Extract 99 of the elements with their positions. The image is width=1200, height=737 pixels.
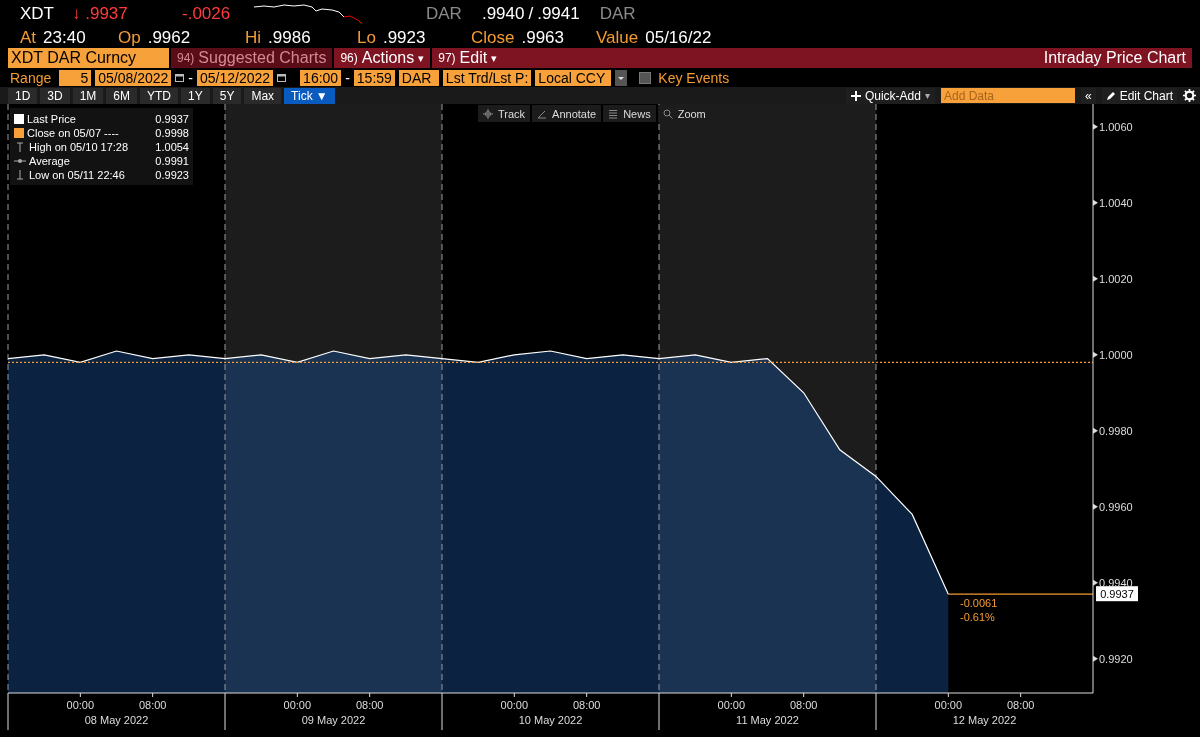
ask-price: .9941 bbox=[537, 4, 580, 24]
x-axis-label: 00:00 bbox=[283, 699, 312, 711]
stat-value: .9923 bbox=[382, 27, 426, 48]
plus-icon bbox=[850, 90, 861, 101]
field-selector[interactable]: Lst Trd/Lst P: bbox=[442, 69, 532, 86]
y-axis-label: 1.0020 bbox=[1099, 272, 1133, 285]
source-label: DAR bbox=[426, 4, 462, 24]
end-time-field[interactable]: 15:59 bbox=[353, 69, 395, 86]
x-axis-label: 08:00 bbox=[355, 699, 384, 711]
search-icon bbox=[662, 108, 673, 119]
period-tab[interactable]: 1D bbox=[8, 87, 38, 104]
chart-tool-button[interactable]: Track bbox=[478, 105, 531, 122]
pencil-icon bbox=[537, 108, 548, 119]
y-axis-label: 0.9940 bbox=[1099, 576, 1133, 589]
start-date-field[interactable]: 05/08/2022 bbox=[95, 69, 172, 86]
legend-value: 0.9923 bbox=[155, 169, 189, 181]
period-tab[interactable]: 3D bbox=[40, 87, 70, 104]
date-separator: - bbox=[188, 69, 193, 86]
chart-title: Intraday Price Chart bbox=[1043, 48, 1187, 68]
end-date-field[interactable]: 05/12/2022 bbox=[197, 69, 274, 86]
net-change: -.0026 bbox=[182, 4, 232, 24]
stat-value: .9963 bbox=[521, 27, 564, 48]
legend-value: 0.9991 bbox=[155, 155, 189, 167]
range-count-field[interactable]: 5 bbox=[59, 69, 92, 86]
legend-label: Close on 05/07 ---- bbox=[27, 127, 119, 139]
stat-label: Lo bbox=[357, 27, 376, 48]
y-axis-label: 0.9960 bbox=[1099, 500, 1133, 513]
x-axis-label: 08:00 bbox=[789, 699, 818, 711]
period-tab[interactable]: 5Y bbox=[212, 87, 242, 104]
edit-chart-button[interactable]: Edit Chart bbox=[1101, 87, 1177, 104]
stat-value: 05/16/22 bbox=[645, 27, 712, 48]
quick-add-button[interactable]: Quick-Add ▾ bbox=[845, 87, 935, 104]
low-marker-icon bbox=[14, 169, 26, 181]
legend-value: 0.9937 bbox=[155, 113, 189, 125]
stat-value: .9962 bbox=[147, 27, 191, 48]
calendar-icon[interactable] bbox=[175, 73, 185, 82]
time-separator: - bbox=[345, 69, 350, 86]
bid-ask-separator: / bbox=[528, 4, 534, 24]
legend-label: Last Price bbox=[27, 113, 76, 125]
calendar-icon[interactable] bbox=[277, 73, 287, 82]
stat-value: .9986 bbox=[268, 27, 311, 48]
checkbox[interactable] bbox=[639, 71, 652, 84]
x-axis-label: 00:00 bbox=[717, 699, 746, 711]
chart-tool-button[interactable]: Annotate bbox=[532, 105, 602, 122]
collapse-button[interactable]: « bbox=[1080, 87, 1096, 104]
stat-label: Value bbox=[596, 27, 639, 48]
settings-icon[interactable] bbox=[1183, 89, 1196, 102]
y-axis-label: 1.0040 bbox=[1099, 196, 1133, 209]
y-axis-label: 1.0000 bbox=[1099, 348, 1133, 361]
legend-label: Low on 05/11 22:46 bbox=[29, 169, 125, 181]
stat-label: Close bbox=[471, 27, 515, 48]
legend-label: Average bbox=[29, 155, 70, 167]
last-price: ↓ .9937 bbox=[72, 4, 129, 24]
x-axis-label: 00:00 bbox=[66, 699, 95, 711]
add-data-field[interactable]: Add Data bbox=[940, 88, 1075, 103]
period-tab[interactable]: YTD bbox=[140, 87, 179, 104]
legend-value: 0.9998 bbox=[155, 127, 189, 139]
change-value: -0.0061 bbox=[960, 597, 998, 610]
price-tag: 0.9937 bbox=[1096, 586, 1138, 602]
period-tab[interactable]: Tick ▼ bbox=[284, 87, 335, 104]
change-percent: -0.61% bbox=[960, 611, 995, 624]
currency-dropdown[interactable]: Local CCY bbox=[535, 69, 612, 86]
ref-line-label: 0.9937 bbox=[1100, 588, 1134, 601]
x-axis-label: 08:00 bbox=[1006, 699, 1035, 711]
source-label: DAR bbox=[599, 4, 636, 24]
news-icon bbox=[608, 108, 619, 119]
ticker: XDT bbox=[20, 4, 55, 24]
period-tab[interactable]: 6M bbox=[106, 87, 138, 104]
stat-label: Hi bbox=[245, 27, 262, 48]
date-label: 12 May 2022 bbox=[952, 714, 1017, 726]
y-axis-label: 0.9980 bbox=[1099, 424, 1133, 437]
y-axis-label: 1.0060 bbox=[1099, 120, 1133, 133]
chart-tool-button[interactable]: News bbox=[603, 105, 656, 122]
date-label: 11 May 2022 bbox=[736, 714, 799, 726]
high-marker-icon bbox=[14, 141, 26, 153]
x-axis-label: 00:00 bbox=[500, 699, 529, 711]
bid-price: .9940 bbox=[481, 4, 525, 24]
checkbox-label: Key Events bbox=[658, 69, 730, 86]
date-label: 09 May 2022 bbox=[301, 714, 366, 726]
legend-label: High on 05/10 17:28 bbox=[29, 141, 129, 153]
crosshair-icon bbox=[483, 108, 493, 119]
period-tab[interactable]: Max bbox=[244, 87, 282, 104]
period-tab[interactable]: 1M bbox=[72, 87, 104, 104]
date-label: 10 May 2022 bbox=[518, 714, 583, 726]
stat-label: Op bbox=[118, 27, 141, 48]
range-label: Range bbox=[10, 69, 52, 86]
security-field[interactable]: XDT DAR Curncy bbox=[8, 48, 169, 68]
period-tab[interactable]: 1Y bbox=[181, 87, 210, 104]
stat-label: At bbox=[20, 27, 37, 48]
stat-value: 23:40 bbox=[43, 27, 86, 48]
pencil-icon bbox=[1105, 90, 1116, 101]
x-axis-label: 08:00 bbox=[138, 699, 167, 711]
source-field[interactable]: DAR bbox=[398, 69, 439, 86]
date-label: 08 May 2022 bbox=[84, 714, 149, 726]
y-axis-label: 0.9920 bbox=[1099, 652, 1133, 665]
x-axis-label: 08:00 bbox=[572, 699, 601, 711]
x-axis-label: 00:00 bbox=[934, 699, 963, 711]
start-time-field[interactable]: 16:00 bbox=[300, 69, 342, 86]
legend-value: 1.0054 bbox=[155, 141, 189, 153]
